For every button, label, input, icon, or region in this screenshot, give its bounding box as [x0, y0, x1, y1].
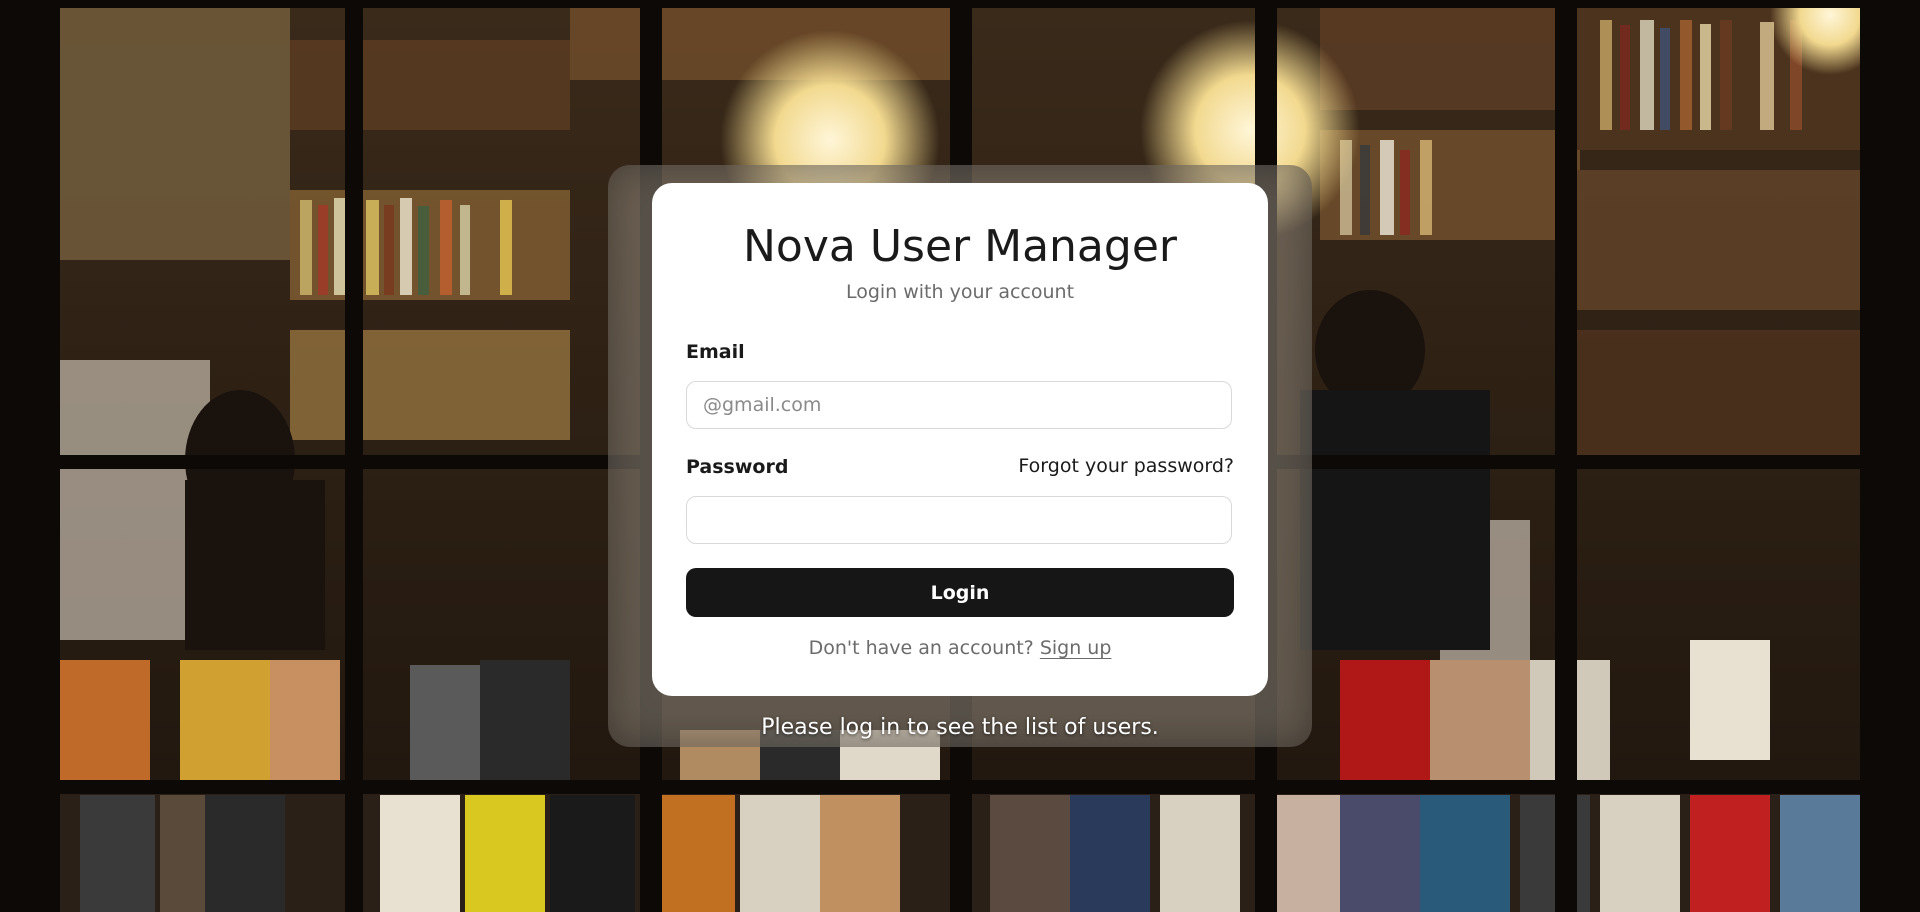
- password-field[interactable]: [686, 496, 1232, 544]
- login-button[interactable]: Login: [686, 568, 1234, 617]
- password-label: Password: [686, 456, 789, 478]
- login-notice: Please log in to see the list of users.: [761, 715, 1159, 740]
- login-card: Nova User Manager Login with your accoun…: [652, 183, 1268, 696]
- forgot-password-link[interactable]: Forgot your password?: [1018, 455, 1234, 477]
- page-title: Nova User Manager: [743, 221, 1177, 272]
- email-label: Email: [686, 341, 745, 363]
- signup-prompt: Don't have an account?: [808, 637, 1034, 659]
- signup-row: Don't have an account? Sign up: [652, 637, 1268, 659]
- email-field[interactable]: [686, 381, 1232, 429]
- page-subtitle: Login with your account: [845, 281, 1075, 303]
- signup-link[interactable]: Sign up: [1040, 637, 1112, 659]
